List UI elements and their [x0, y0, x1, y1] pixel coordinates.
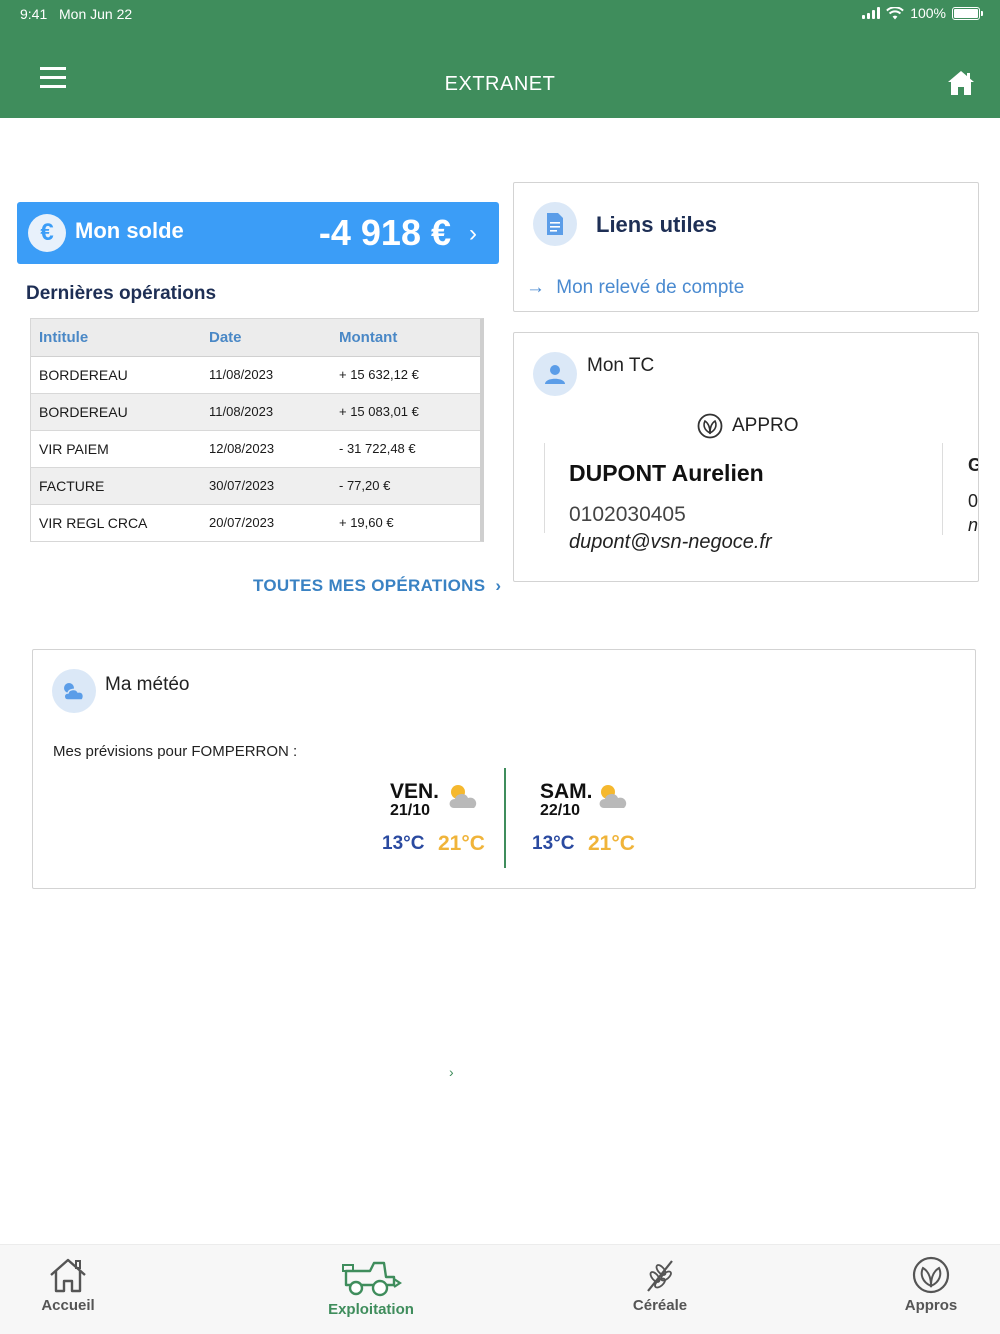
- tab-label: Appros: [904, 1297, 958, 1314]
- forecast-temp-min: 13°C: [532, 833, 575, 854]
- forecast-day-date: 21/10: [390, 802, 431, 819]
- account-statement-label: Mon relevé de compte: [556, 277, 745, 298]
- next-contact-phone-peek: 0: [968, 491, 979, 511]
- row-amount: + 19,60 €: [339, 515, 394, 531]
- weather-icon: [52, 669, 96, 713]
- chevron-right-icon: ›: [495, 576, 502, 595]
- table-row[interactable]: VIR PAIEM 12/08/2023 - 31 722,48 €: [31, 430, 480, 468]
- next-contact-name-peek: G: [968, 455, 978, 476]
- table-header-row: Intitule Date Montant: [31, 319, 480, 357]
- tab-accueil[interactable]: Accueil: [20, 1245, 116, 1334]
- forecast-temp-max: 21°C: [438, 832, 485, 855]
- column-header-amount: Montant: [331, 319, 480, 357]
- balance-label: Mon solde: [75, 218, 184, 243]
- battery-percent: 100%: [910, 5, 946, 21]
- tc-card: Mon TC APPRO DUPONT Aurelien 0102030405 …: [513, 332, 979, 582]
- person-icon: [533, 352, 577, 396]
- euro-icon: €: [28, 214, 66, 252]
- partly-cloudy-icon: [449, 785, 477, 808]
- row-date: 11/08/2023: [201, 356, 331, 394]
- tab-exploitation[interactable]: Exploitation: [315, 1245, 427, 1334]
- row-label: VIR REGL CRCA: [39, 514, 148, 531]
- wifi-icon: [886, 6, 904, 19]
- tab-label: Céréale: [632, 1297, 688, 1314]
- tc-category-label: APPRO: [732, 415, 799, 436]
- tc-phone[interactable]: 0102030405: [569, 503, 686, 527]
- wheat-icon: [647, 1260, 673, 1292]
- tab-bar: Accueil Exploitation Céréale Appros: [0, 1244, 1000, 1334]
- divider: [942, 443, 943, 535]
- weather-card: Ma météo Mes prévisions pour FOMPERRON :…: [32, 649, 976, 889]
- battery-icon: [952, 6, 983, 20]
- row-date: 30/07/2023: [201, 467, 331, 505]
- weather-subtitle: Mes prévisions pour FOMPERRON :: [53, 743, 298, 760]
- document-icon: [533, 202, 577, 246]
- row-date: 20/07/2023: [209, 515, 275, 531]
- row-label: FACTURE: [31, 467, 201, 505]
- tab-cereale[interactable]: Céréale: [612, 1245, 708, 1334]
- table-row[interactable]: VIR REGL CRCA 20/07/2023 + 19,60 €: [31, 504, 480, 541]
- home-button[interactable]: [946, 68, 976, 98]
- table-row[interactable]: BORDEREAU 11/08/2023 + 15 632,12 €: [31, 356, 480, 394]
- row-label: BORDEREAU: [31, 356, 201, 394]
- column-header-label: Intitule: [31, 319, 201, 357]
- operations-title: Dernières opérations: [26, 283, 217, 304]
- forecast-day-name: SAM.: [540, 780, 593, 803]
- forecast-day-name: VEN.: [390, 780, 440, 803]
- tc-title: Mon TC: [587, 355, 655, 376]
- row-amount: - 77,20 €: [331, 467, 480, 505]
- table-row[interactable]: FACTURE 30/07/2023 - 77,20 €: [31, 467, 480, 505]
- tc-name: DUPONT Aurelien: [569, 460, 764, 486]
- row-amount: + 15 083,01 €: [331, 393, 480, 431]
- balance-card[interactable]: € Mon solde -4 918 € ›: [17, 202, 499, 264]
- divider: [544, 443, 545, 533]
- account-statement-link[interactable]: → Mon relevé de compte: [526, 277, 744, 299]
- links-title: Liens utiles: [596, 212, 718, 237]
- partly-cloudy-icon: [599, 785, 627, 808]
- tab-label: Exploitation: [328, 1301, 414, 1318]
- cellular-signal-icon: [862, 7, 881, 19]
- chevron-right-icon[interactable]: ›: [449, 1064, 454, 1080]
- all-operations-link[interactable]: TOUTES MES OPÉRATIONS ›: [253, 576, 501, 596]
- row-date: 11/08/2023: [201, 393, 331, 431]
- arrow-right-icon: →: [526, 277, 545, 298]
- status-date: Mon Jun 22: [59, 6, 133, 22]
- leaf-icon: [912, 1256, 950, 1294]
- all-operations-label: TOUTES MES OPÉRATIONS: [253, 576, 486, 595]
- operations-table: Intitule Date Montant BORDEREAU 11/08/20…: [30, 318, 484, 542]
- status-time: 9:41: [20, 6, 48, 22]
- status-indicators: 100%: [862, 5, 983, 21]
- column-header-date: Date: [201, 319, 331, 357]
- forecast-divider: [504, 768, 506, 868]
- tab-label: Accueil: [41, 1297, 95, 1314]
- row-date: 12/08/2023: [201, 430, 331, 468]
- tc-email[interactable]: dupont@vsn-negoce.fr: [569, 531, 772, 554]
- row-amount: + 15 632,12 €: [331, 356, 480, 394]
- home-icon: [948, 71, 974, 95]
- forecast-temp-max: 21°C: [588, 832, 635, 855]
- weather-title: Ma météo: [105, 674, 190, 695]
- tab-appros[interactable]: Appros: [888, 1245, 974, 1334]
- top-bar: 9:41 Mon Jun 22 100% EXTRANET: [0, 0, 1000, 118]
- row-label: VIR PAIEM: [31, 430, 201, 468]
- page-title: EXTRANET: [444, 73, 556, 95]
- chevron-right-icon: ›: [469, 220, 477, 247]
- tc-category: APPRO: [697, 413, 799, 439]
- house-icon: [50, 1258, 86, 1293]
- harvester-icon: [342, 1261, 402, 1297]
- leaf-icon: [697, 413, 723, 439]
- forecast-day-date: 22/10: [540, 802, 581, 819]
- balance-amount: -4 918 €: [318, 212, 451, 253]
- row-amount: - 31 722,48 €: [331, 430, 480, 468]
- links-card: Liens utiles → Mon relevé de compte: [513, 182, 979, 312]
- table-row[interactable]: BORDEREAU 11/08/2023 + 15 083,01 €: [31, 393, 480, 431]
- forecast-temp-min: 13°C: [382, 833, 425, 854]
- next-contact-email-peek: n: [968, 515, 979, 535]
- row-label: BORDEREAU: [31, 393, 201, 431]
